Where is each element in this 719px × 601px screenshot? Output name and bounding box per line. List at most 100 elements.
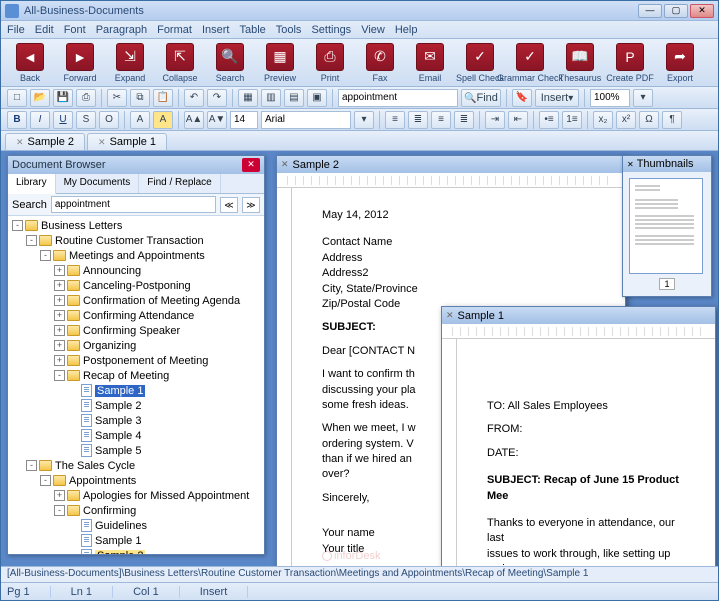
italic-button[interactable]: I (30, 111, 50, 129)
indent-button[interactable]: ⇥ (485, 111, 505, 129)
close-doc-icon[interactable]: ✕ (281, 159, 289, 170)
menu-view[interactable]: View (361, 24, 385, 36)
tree-folder[interactable]: +Confirmation of Meeting Agenda (10, 293, 262, 308)
toolbar-search-input[interactable] (338, 89, 458, 107)
open-button[interactable]: 📂 (30, 89, 50, 107)
columns-button[interactable]: ▥ (261, 89, 281, 107)
menu-paragraph[interactable]: Paragraph (96, 24, 147, 36)
document-page[interactable]: TO: All Sales Employees FROM: DATE: SUBJ… (457, 339, 715, 566)
print-button[interactable]: ⎙ (76, 89, 96, 107)
tree-folder[interactable]: +Canceling-Postponing (10, 278, 262, 293)
strike-button[interactable]: S (76, 111, 96, 129)
menu-tools[interactable]: Tools (276, 24, 302, 36)
browser-tab-find[interactable]: Find / Replace (139, 174, 220, 193)
menu-format[interactable]: Format (157, 24, 192, 36)
menu-settings[interactable]: Settings (311, 24, 351, 36)
align-left-button[interactable]: ≡ (385, 111, 405, 129)
menu-table[interactable]: Table (239, 24, 265, 36)
paragraph-button[interactable]: ¶ (662, 111, 682, 129)
thesaurus-button[interactable]: 📖Thesaurus (557, 43, 603, 83)
tree-document[interactable]: Sample 5 (10, 443, 262, 458)
table-button[interactable]: ▦ (238, 89, 258, 107)
tree-toggle-icon[interactable]: - (12, 220, 23, 231)
new-button[interactable]: □ (7, 89, 27, 107)
zoom-dropdown[interactable]: ▾ (633, 89, 653, 107)
tree-folder[interactable]: -Recap of Meeting (10, 368, 262, 383)
close-doc-icon[interactable]: ✕ (446, 310, 454, 321)
tree-document[interactable]: Sample 2 (10, 398, 262, 413)
fontname-input[interactable] (261, 111, 351, 129)
fontsize-input[interactable] (230, 111, 258, 129)
tree-toggle-icon[interactable]: + (54, 340, 65, 351)
tree-toggle-icon[interactable]: + (54, 295, 65, 306)
minimize-button[interactable]: — (638, 4, 662, 18)
tree-toggle-icon[interactable]: - (40, 250, 51, 261)
symbol-button[interactable]: Ω (639, 111, 659, 129)
find-button[interactable]: 🔍Find (461, 89, 501, 107)
paste-button[interactable]: 📋 (153, 89, 173, 107)
thumbnail-page-1[interactable] (629, 178, 703, 274)
close-button[interactable]: ✕ (690, 4, 714, 18)
expand-button[interactable]: ⇲Expand (107, 43, 153, 83)
bold-button[interactable]: B (7, 111, 27, 129)
tree-document[interactable]: Sample 3 (10, 413, 262, 428)
outdent-button[interactable]: ⇤ (508, 111, 528, 129)
create-pdf-button[interactable]: PCreate PDF (607, 43, 653, 83)
tree-folder[interactable]: +Announcing (10, 263, 262, 278)
browser-search-input[interactable] (51, 196, 216, 213)
tree-folder[interactable]: -Meetings and Appointments (10, 248, 262, 263)
search-prev-button[interactable]: ≪ (220, 197, 238, 213)
tree-toggle-icon[interactable]: + (54, 265, 65, 276)
tree-document[interactable]: Sample 1 (10, 383, 262, 398)
back-button[interactable]: ◄Back (7, 43, 53, 83)
tree-folder[interactable]: -The Sales Cycle (10, 458, 262, 473)
insert-button[interactable]: Insert▾ (535, 89, 579, 107)
tree-document[interactable]: Guidelines (10, 518, 262, 533)
tree-document[interactable]: Sample 4 (10, 428, 262, 443)
menu-edit[interactable]: Edit (35, 24, 54, 36)
tree-toggle-icon[interactable]: + (54, 490, 65, 501)
numbering-button[interactable]: 1≡ (562, 111, 582, 129)
search-next-button[interactable]: ≫ (242, 197, 260, 213)
menu-insert[interactable]: Insert (202, 24, 230, 36)
fontname-dropdown[interactable]: ▾ (354, 111, 374, 129)
tab-sample-2[interactable]: ✕Sample 2 (5, 133, 85, 150)
email-button[interactable]: ✉Email (407, 43, 453, 83)
save-button[interactable]: 💾 (53, 89, 73, 107)
tree-folder[interactable]: +Postponement of Meeting (10, 353, 262, 368)
tree-document[interactable]: Sample 1 (10, 533, 262, 548)
thumbnails-panel[interactable]: ✕Thumbnails 1 (622, 155, 712, 297)
subscript-button[interactable]: x₂ (593, 111, 613, 129)
cell-button[interactable]: ▣ (307, 89, 327, 107)
tree-toggle-icon[interactable]: - (40, 475, 51, 486)
copy-button[interactable]: ⧉ (130, 89, 150, 107)
tree-toggle-icon[interactable]: + (54, 280, 65, 291)
align-justify-button[interactable]: ≣ (454, 111, 474, 129)
close-icon[interactable]: ✕ (627, 160, 634, 169)
menu-help[interactable]: Help (395, 24, 418, 36)
tree-folder[interactable]: -Appointments (10, 473, 262, 488)
tree-toggle-icon[interactable]: - (26, 460, 37, 471)
tree-folder[interactable]: -Confirming (10, 503, 262, 518)
outline-button[interactable]: O (99, 111, 119, 129)
tree-toggle-icon[interactable]: - (26, 235, 37, 246)
doc-header[interactable]: ✕Sample 2 (277, 156, 625, 173)
tree-document[interactable]: Sample 2 (10, 548, 262, 554)
sizedown-button[interactable]: A▼ (207, 111, 227, 129)
doc-header[interactable]: ✕Sample 1 (442, 307, 715, 324)
browser-close-button[interactable]: ✕ (242, 158, 260, 172)
align-right-button[interactable]: ≡ (431, 111, 451, 129)
tree-toggle-icon[interactable]: + (54, 325, 65, 336)
fax-button[interactable]: ✆Fax (357, 43, 403, 83)
tree-folder[interactable]: +Confirming Speaker (10, 323, 262, 338)
browser-tab-library[interactable]: Library (8, 174, 56, 194)
print-button[interactable]: ⎙Print (307, 43, 353, 83)
grammar-check-button[interactable]: ✓Grammar Check (507, 43, 553, 83)
export-button[interactable]: ➦Export (657, 43, 703, 83)
tree-toggle-icon[interactable]: - (54, 370, 65, 381)
document-tree[interactable]: -Business Letters-Routine Customer Trans… (8, 216, 264, 554)
collapse-button[interactable]: ⇱Collapse (157, 43, 203, 83)
bookmark-button[interactable]: 🔖 (512, 89, 532, 107)
tree-folder[interactable]: +Organizing (10, 338, 262, 353)
undo-button[interactable]: ↶ (184, 89, 204, 107)
